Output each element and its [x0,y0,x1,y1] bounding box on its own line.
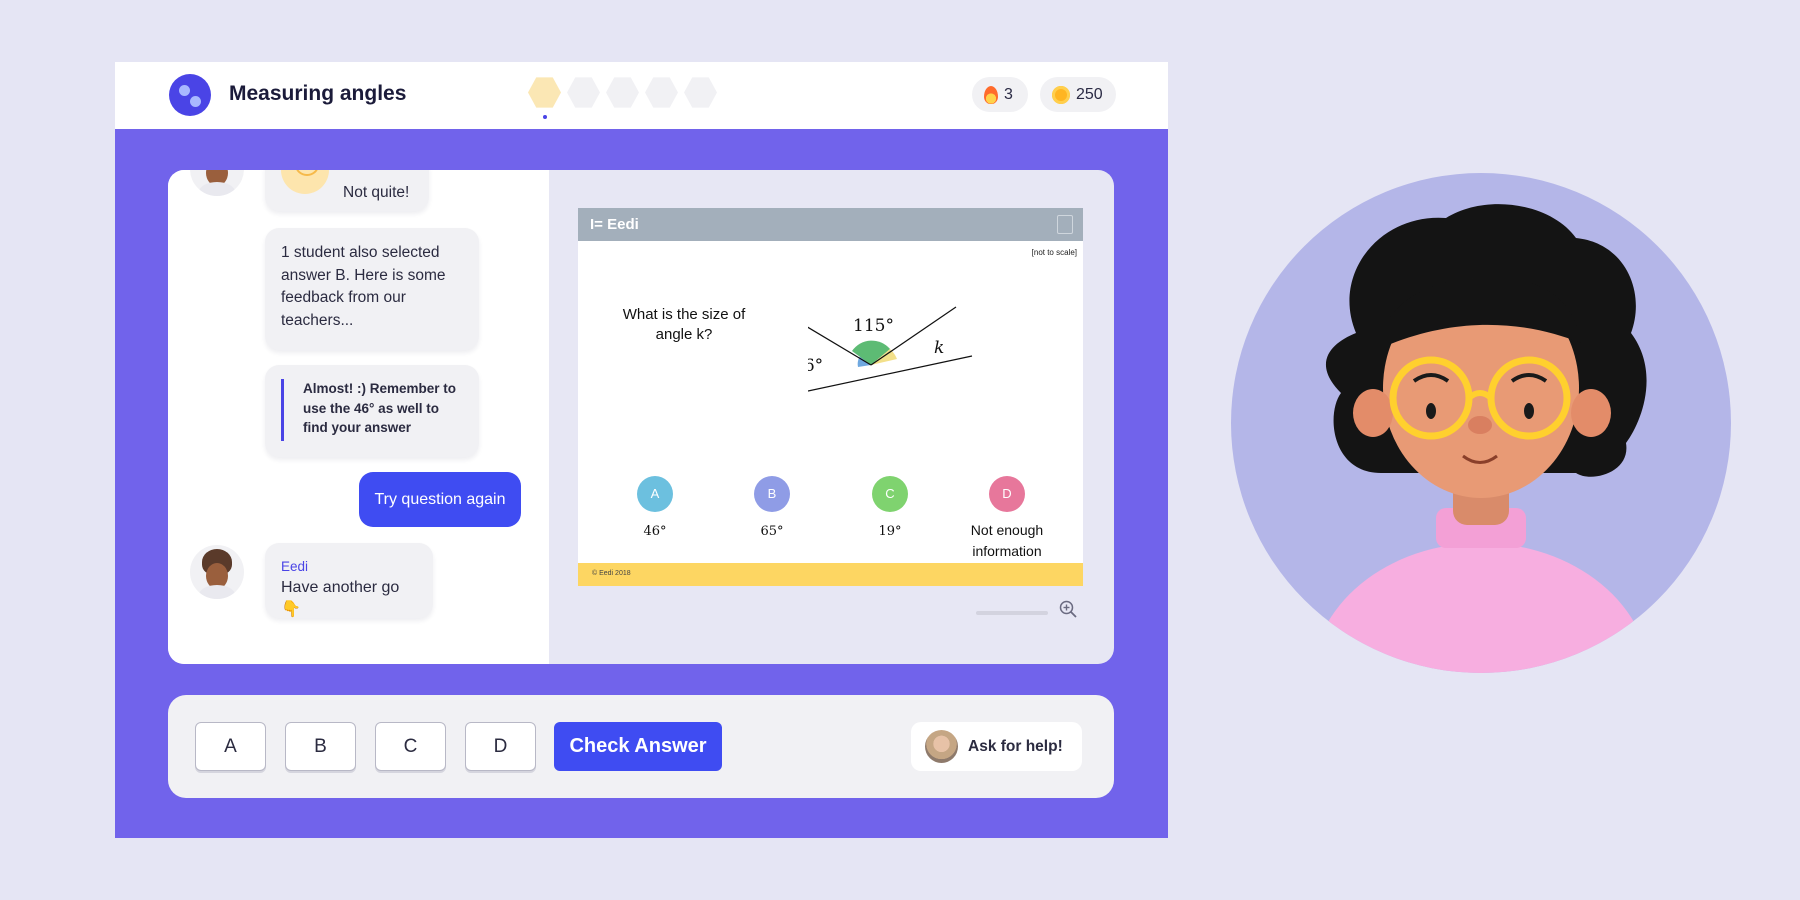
streak-count: 3 [1004,85,1013,103]
answer-a-button[interactable]: A [195,722,266,771]
zoom-in-icon[interactable] [1059,600,1077,618]
character-avatar-illustration [1231,173,1731,673]
app-window: Measuring angles 3 250 Not quite! 1 stud… [115,62,1168,838]
sad-face-icon [281,170,329,194]
zoom-slider[interactable] [976,611,1048,615]
tutor-avatar-icon [925,730,958,763]
progress-step-4 [645,77,678,108]
answer-d-button[interactable]: D [465,722,536,771]
quote-bar [281,379,284,441]
tutor-avatar [190,545,244,599]
option-a[interactable]: A 46° [595,476,715,539]
message-text: Have another go 👇 [281,579,400,618]
eedi-logo[interactable] [169,74,211,116]
coins-badge[interactable]: 250 [1040,77,1116,112]
progress-step-3 [606,77,639,108]
check-answer-button[interactable]: Check Answer [554,722,722,771]
top-bar: Measuring angles 3 250 [115,62,1168,129]
option-c-value: 19° [878,524,902,539]
progress-step-1 [528,77,561,108]
coin-icon [1052,85,1070,104]
chat-bubble-eedi: Eedi Have another go 👇 [265,543,433,618]
lesson-title: Measuring angles [229,82,407,105]
angle-46-label: 46° [808,356,823,376]
option-b-value: 65° [760,524,784,539]
chat-bubble-feedback: 1 student also selected answer B. Here i… [265,228,479,350]
option-b-badge: B [754,476,790,512]
progress-steps [528,76,717,109]
option-d[interactable]: D Not enough information [947,476,1067,562]
try-question-again-button[interactable]: Try question again [359,472,521,527]
flame-icon [984,85,998,104]
current-step-indicator [543,115,547,119]
question-card-header: I= Eedi [578,208,1083,241]
answer-c-button[interactable]: C [375,722,446,771]
eedi-brand: I= Eedi [590,216,639,233]
answer-bar: A B C D Check Answer Ask for help! [168,695,1114,798]
progress-step-2 [567,77,600,108]
angle-k-label: k [934,338,944,358]
ask-for-help-label: Ask for help! [968,737,1063,755]
sender-name: Eedi [281,559,309,574]
option-a-badge: A [637,476,673,512]
option-a-value: 46° [643,524,667,539]
question-card: I= Eedi [not to scale] What is the size … [578,208,1083,586]
lesson-panel: Not quite! 1 student also selected answe… [168,170,1114,664]
streak-badge[interactable]: 3 [972,77,1028,112]
tutor-avatar [190,170,244,196]
ask-for-help-button[interactable]: Ask for help! [911,722,1082,771]
progress-step-5 [684,77,717,108]
no-calculator-icon [1057,215,1073,234]
option-d-value: Not enough information [970,522,1044,559]
chat-bubble-not-quite: Not quite! [265,170,429,211]
coin-count: 250 [1076,85,1103,103]
option-c-badge: C [872,476,908,512]
scale-note: [not to scale] [1031,248,1077,257]
chat-panel[interactable]: Not quite! 1 student also selected answe… [168,170,549,664]
question-prompt: What is the size of angle k? [622,306,746,343]
answer-b-button[interactable]: B [285,722,356,771]
teacher-feedback-quote: Almost! :) Remember to use the 46° as we… [265,365,479,457]
copyright-footer: © Eedi 2018 [578,563,1083,586]
angle-diagram: 115° 46° k [808,306,973,392]
angle-115-label: 115° [853,316,894,336]
option-d-badge: D [989,476,1025,512]
option-b[interactable]: B 65° [712,476,832,539]
option-c[interactable]: C 19° [830,476,950,539]
girl-avatar-icon [1311,204,1651,673]
